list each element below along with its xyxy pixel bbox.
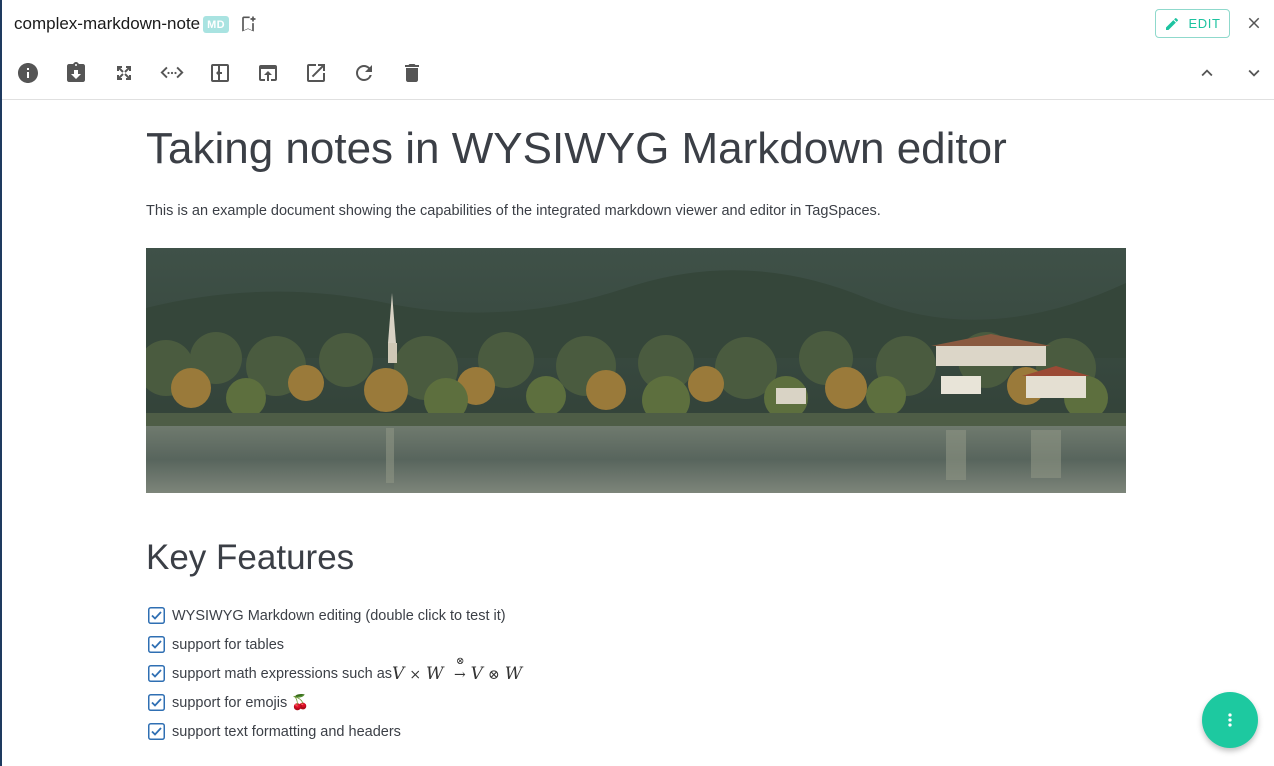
file-title: complex-markdown-note [14, 14, 201, 33]
task-label: support text formatting and headers [172, 723, 401, 740]
checkbox-checked-icon[interactable] [148, 723, 165, 740]
checkbox-checked-icon[interactable] [148, 694, 165, 711]
source-code-icon[interactable] [158, 59, 186, 87]
task-label: support for emojis 🍒 [172, 695, 310, 711]
reload-icon[interactable] [350, 59, 378, 87]
open-native-icon[interactable] [254, 59, 282, 87]
file-extension-badge[interactable]: MD [203, 15, 229, 33]
task-item: WYSIWYG Markdown editing (double click t… [146, 601, 1126, 630]
checkbox-checked-icon[interactable] [148, 665, 165, 682]
task-item: support for tables [146, 630, 1126, 659]
delete-icon[interactable] [398, 59, 426, 87]
edit-button[interactable]: EDIT [1155, 9, 1230, 38]
toolbar [14, 58, 446, 88]
lake-village-image [146, 248, 1126, 493]
task-label: WYSIWYG Markdown editing (double click t… [172, 607, 506, 624]
header: complex-markdown-note MD EDIT [2, 0, 1274, 100]
section-heading: Key Features [146, 538, 355, 577]
document-title: Taking notes in WYSIWYG Markdown editor [146, 124, 1007, 173]
download-icon[interactable] [62, 59, 90, 87]
checkbox-checked-icon[interactable] [148, 636, 165, 653]
task-item: support text formatting and headers [146, 717, 1126, 746]
document-viewer[interactable]: Taking notes in WYSIWYG Markdown editor … [146, 100, 1126, 766]
more-options-button[interactable] [1202, 692, 1258, 748]
fullscreen-icon[interactable] [110, 59, 138, 87]
task-item: support math expressions such as V × W ⊗ → V… [146, 655, 1126, 688]
title-row: complex-markdown-note MD [14, 10, 259, 38]
edit-label: EDIT [1188, 16, 1221, 31]
task-label: support math expressions such as [172, 665, 393, 682]
chevron-down-icon[interactable] [1241, 60, 1267, 86]
info-icon[interactable] [14, 59, 42, 87]
bookmark-add-icon[interactable] [237, 13, 259, 35]
checkbox-checked-icon[interactable] [148, 607, 165, 624]
close-icon[interactable] [1242, 11, 1266, 35]
feature-task-list: WYSIWYG Markdown editing (double click t… [146, 601, 1126, 746]
task-label: support for tables [172, 636, 285, 653]
pencil-icon [1166, 17, 1179, 30]
chevron-up-icon[interactable] [1194, 60, 1220, 86]
intro-paragraph: This is an example document showing the … [146, 203, 881, 219]
task-item: support for emojis 🍒 [146, 688, 1126, 717]
open-new-window-icon[interactable] [302, 59, 330, 87]
window-edge [0, 0, 2, 766]
more-vert-icon [1228, 713, 1232, 727]
math-expression: V × W ⊗ → V ⊗ W [392, 655, 523, 684]
move-icon[interactable] [206, 59, 234, 87]
